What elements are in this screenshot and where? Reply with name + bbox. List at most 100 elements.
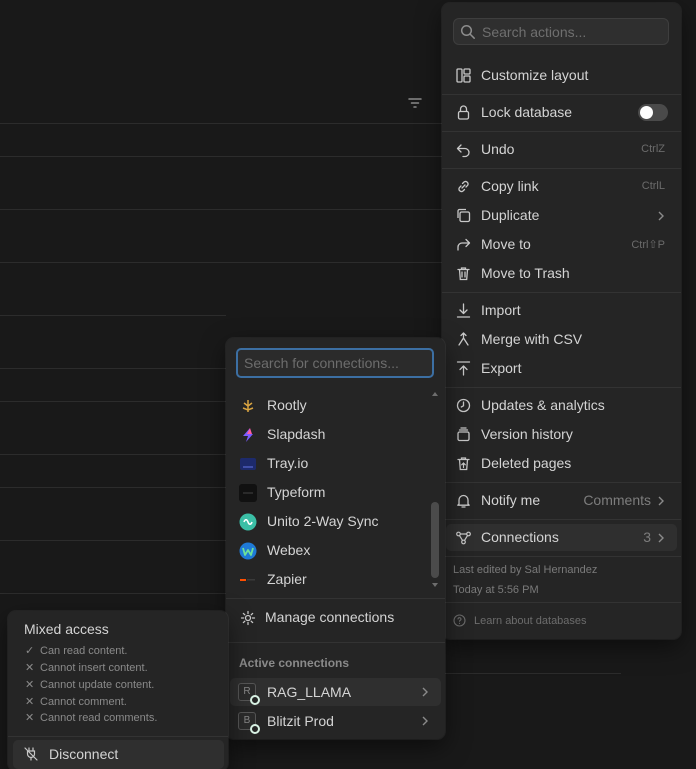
- divider: [442, 519, 681, 520]
- menu-item-move-to[interactable]: Move to Ctrl⇧P: [446, 231, 677, 258]
- active-connections-heading: Active connections: [239, 656, 350, 670]
- menu-item-copy-link[interactable]: Copy link CtrlL: [446, 173, 677, 200]
- menu-item-updates-analytics[interactable]: Updates & analytics: [446, 392, 677, 419]
- learn-about-databases-link[interactable]: Learn about databases: [453, 614, 587, 627]
- lock-database-toggle[interactable]: [638, 104, 668, 121]
- menu-item-label: Move to Trash: [481, 265, 570, 281]
- menu-item-version-history[interactable]: Version history: [446, 421, 677, 448]
- table-row-divider: [0, 123, 442, 124]
- connection-item-zapier[interactable]: Zapier: [230, 566, 430, 593]
- menu-item-label: Updates & analytics: [481, 397, 605, 413]
- x-icon: ✕: [25, 662, 35, 674]
- menu-item-customize-layout[interactable]: Customize layout: [446, 62, 677, 89]
- menu-item-label: Duplicate: [481, 207, 540, 223]
- learn-label: Learn about databases: [474, 614, 587, 627]
- undo-icon: [456, 144, 470, 158]
- table-row-divider: [0, 315, 226, 316]
- x-icon: ✕: [25, 679, 35, 691]
- x-icon: ✕: [25, 712, 35, 724]
- webex-logo-icon: [239, 542, 257, 560]
- connection-label: Unito 2-Way Sync: [267, 513, 379, 529]
- shortcut-hint: CtrlL: [641, 180, 665, 192]
- menu-item-deleted-pages[interactable]: Deleted pages: [446, 450, 677, 477]
- slapdash-logo-icon: [243, 428, 253, 442]
- access-title: Mixed access: [24, 621, 109, 637]
- connections-icon: [456, 531, 471, 545]
- toggle-knob: [640, 106, 653, 119]
- permission-text: Cannot read comments.: [40, 711, 158, 724]
- divider: [442, 556, 681, 557]
- search-actions-input[interactable]: Search actions...: [453, 18, 669, 45]
- menu-item-notify-me[interactable]: Notify me Comments: [446, 487, 677, 514]
- menu-item-label: Lock database: [481, 104, 573, 120]
- typeform-logo-icon: [239, 484, 257, 502]
- history-icon: [457, 427, 470, 442]
- divider: [226, 642, 445, 643]
- permission-text: Can read content.: [40, 644, 128, 657]
- connection-item-rootly[interactable]: Rootly: [230, 392, 430, 419]
- active-connection-label: RAG_LLAMA: [267, 684, 352, 700]
- status-dot: [250, 724, 260, 734]
- gear-icon: [240, 610, 256, 626]
- trash-icon: [457, 267, 470, 281]
- menu-item-label: Undo: [481, 141, 515, 157]
- table-row-divider: [0, 540, 226, 541]
- table-row-divider: [445, 673, 621, 674]
- menu-item-duplicate[interactable]: Duplicate: [446, 202, 677, 229]
- connections-count: 3: [643, 529, 651, 545]
- menu-item-export[interactable]: Export: [446, 355, 677, 382]
- connection-item-tray-io[interactable]: Tray.io: [230, 450, 430, 477]
- connection-item-unito[interactable]: Unito 2-Way Sync: [230, 508, 430, 535]
- search-placeholder: Search for connections...: [244, 355, 399, 371]
- search-placeholder: Search actions...: [482, 24, 587, 40]
- menu-item-import[interactable]: Import: [446, 297, 677, 324]
- menu-item-label: Import: [481, 302, 521, 318]
- duplicate-icon: [457, 208, 471, 223]
- unito-logo-icon: [239, 513, 257, 531]
- import-icon: [456, 303, 471, 318]
- move-to-icon: [457, 238, 471, 251]
- scroll-down-arrow-icon[interactable]: [432, 583, 438, 588]
- chevron-right-icon: [658, 533, 664, 543]
- menu-item-lock-database[interactable]: Lock database: [446, 99, 677, 126]
- menu-item-undo[interactable]: Undo CtrlZ: [446, 136, 677, 163]
- shortcut-hint: CtrlZ: [641, 143, 665, 155]
- divider: [442, 168, 681, 169]
- table-row-divider: [0, 401, 226, 402]
- connection-item-typeform[interactable]: Typeform: [230, 479, 430, 506]
- scrollbar-thumb[interactable]: [431, 502, 439, 578]
- last-edited-by: Last edited by Sal Hernandez: [453, 564, 598, 576]
- disconnect-button[interactable]: Disconnect: [13, 740, 224, 769]
- permission-item: ✕ Cannot comment.: [25, 695, 127, 709]
- help-icon: [453, 614, 466, 627]
- connection-item-webex[interactable]: Webex: [230, 537, 430, 564]
- merge-icon: [458, 332, 469, 346]
- search-connections-input[interactable]: Search for connections...: [236, 348, 434, 378]
- permission-item: ✓ Can read content.: [25, 644, 128, 658]
- connection-label: Zapier: [267, 571, 307, 587]
- permission-item: ✕ Cannot read comments.: [25, 711, 158, 725]
- menu-item-label: Move to: [481, 236, 531, 252]
- status-dot: [250, 695, 260, 705]
- divider: [442, 292, 681, 293]
- menu-item-merge-with-csv[interactable]: Merge with CSV: [446, 326, 677, 353]
- menu-item-connections[interactable]: Connections 3: [446, 524, 677, 551]
- active-connection-rag-llama[interactable]: R RAG_LLAMA: [230, 678, 441, 706]
- menu-item-move-to-trash[interactable]: Move to Trash: [446, 260, 677, 287]
- manage-connections-button[interactable]: Manage connections: [230, 604, 430, 631]
- connection-label: Slapdash: [267, 426, 326, 442]
- link-icon: [458, 180, 469, 193]
- divider: [442, 482, 681, 483]
- divider: [8, 736, 228, 737]
- scroll-up-arrow-icon[interactable]: [432, 391, 438, 396]
- disconnect-icon: [24, 747, 38, 761]
- menu-item-label: Customize layout: [481, 67, 589, 83]
- active-connection-blitzit-prod[interactable]: B Blitzit Prod: [230, 707, 441, 735]
- connections-submenu: Search for connections... Rootly Slapdas…: [226, 338, 445, 739]
- filter-icon[interactable]: [406, 95, 424, 111]
- connection-item-slapdash[interactable]: Slapdash: [230, 421, 430, 448]
- clock-icon: [456, 398, 471, 413]
- menu-item-label: Connections: [481, 529, 559, 545]
- table-row-divider: [0, 368, 226, 369]
- menu-item-label: Deleted pages: [481, 455, 572, 471]
